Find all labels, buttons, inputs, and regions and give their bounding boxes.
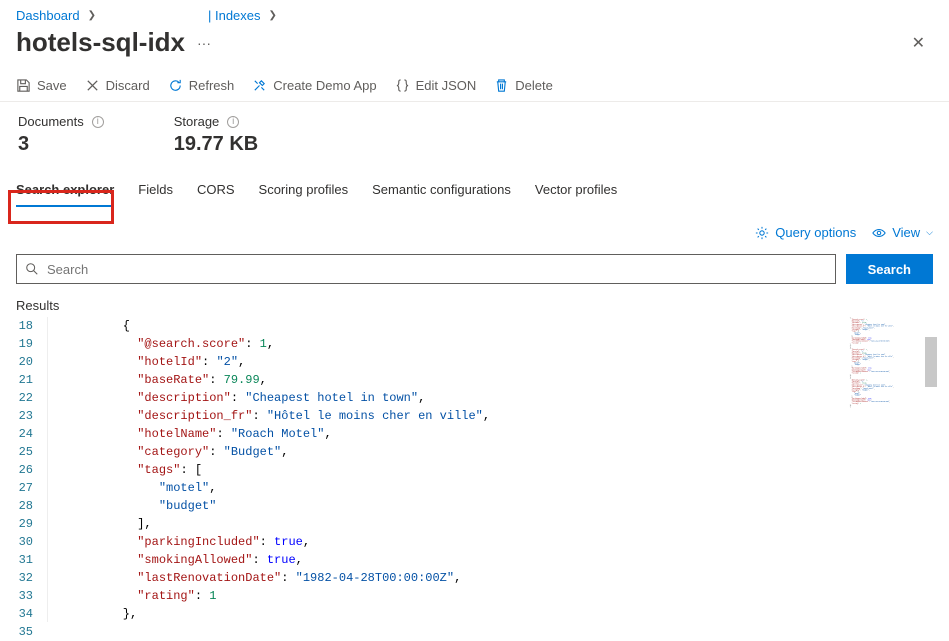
- line-gutter: 181920212223242526272829303132333435: [0, 317, 48, 622]
- save-label: Save: [37, 78, 67, 93]
- tab-search-explorer[interactable]: Search explorer: [16, 176, 114, 207]
- close-icon: [85, 78, 100, 93]
- delete-button[interactable]: Delete: [494, 78, 553, 93]
- stat-documents: Documents i 3: [18, 114, 104, 156]
- view-button[interactable]: View ⌵: [872, 225, 933, 240]
- page-title: hotels-sql-idx: [16, 27, 185, 58]
- discard-label: Discard: [106, 78, 150, 93]
- minimap-scrollbar[interactable]: [925, 337, 937, 387]
- tools-icon: [252, 78, 267, 93]
- discard-button[interactable]: Discard: [85, 78, 150, 93]
- info-icon[interactable]: i: [92, 116, 104, 128]
- results-label: Results: [0, 288, 949, 317]
- breadcrumb-indexes[interactable]: | Indexes: [208, 8, 261, 23]
- search-input[interactable]: [47, 262, 827, 277]
- view-label: View: [892, 225, 920, 240]
- save-icon: [16, 78, 31, 93]
- info-icon[interactable]: i: [227, 116, 239, 128]
- tab-semantic[interactable]: Semantic configurations: [372, 176, 511, 207]
- documents-value: 3: [18, 133, 104, 156]
- toolbar: Save Discard Refresh Create Demo App Edi…: [0, 70, 949, 102]
- edit-json-label: Edit JSON: [416, 78, 477, 93]
- eye-icon: [872, 226, 886, 240]
- search-button[interactable]: Search: [846, 254, 933, 284]
- documents-label: Documents: [18, 114, 84, 129]
- search-row: Search: [0, 250, 949, 288]
- tab-cors[interactable]: CORS: [197, 176, 235, 207]
- minimap[interactable]: { "@search.score": 1, "hotelId": "2", "b…: [842, 317, 937, 622]
- breadcrumb-dashboard[interactable]: Dashboard: [16, 8, 80, 23]
- braces-icon: [395, 78, 410, 93]
- chevron-down-icon: ⌵: [926, 227, 933, 238]
- query-options-button[interactable]: Query options: [755, 225, 856, 240]
- create-demo-label: Create Demo App: [273, 78, 376, 93]
- search-box[interactable]: [16, 254, 836, 284]
- search-icon: [25, 262, 39, 276]
- delete-label: Delete: [515, 78, 553, 93]
- query-options-label: Query options: [775, 225, 856, 240]
- gear-icon: [755, 226, 769, 240]
- breadcrumb: Dashboard ❯ | Indexes ❯: [0, 0, 949, 23]
- save-button[interactable]: Save: [16, 78, 67, 93]
- refresh-icon: [168, 78, 183, 93]
- query-bar: Query options View ⌵: [0, 207, 949, 250]
- chevron-right-icon: ❯: [269, 10, 277, 21]
- storage-label: Storage: [174, 114, 220, 129]
- chevron-right-icon: ❯: [88, 10, 96, 21]
- edit-json-button[interactable]: Edit JSON: [395, 78, 477, 93]
- refresh-label: Refresh: [189, 78, 235, 93]
- stat-storage: Storage i 19.77 KB: [174, 114, 259, 156]
- trash-icon: [494, 78, 509, 93]
- tab-fields[interactable]: Fields: [138, 176, 173, 207]
- storage-value: 19.77 KB: [174, 133, 259, 156]
- tab-scoring[interactable]: Scoring profiles: [259, 176, 349, 207]
- tab-vector[interactable]: Vector profiles: [535, 176, 617, 207]
- stats-row: Documents i 3 Storage i 19.77 KB: [0, 102, 949, 164]
- tabs: Search explorer Fields CORS Scoring prof…: [0, 164, 949, 207]
- more-button[interactable]: ···: [197, 35, 211, 51]
- create-demo-button[interactable]: Create Demo App: [252, 78, 376, 93]
- code-content[interactable]: { "@search.score": 1, "hotelId": "2", "b…: [48, 317, 949, 622]
- code-editor[interactable]: 181920212223242526272829303132333435 { "…: [0, 317, 949, 622]
- close-button[interactable]: ✕: [904, 29, 933, 57]
- refresh-button[interactable]: Refresh: [168, 78, 235, 93]
- title-row: hotels-sql-idx ··· ✕: [0, 23, 949, 70]
